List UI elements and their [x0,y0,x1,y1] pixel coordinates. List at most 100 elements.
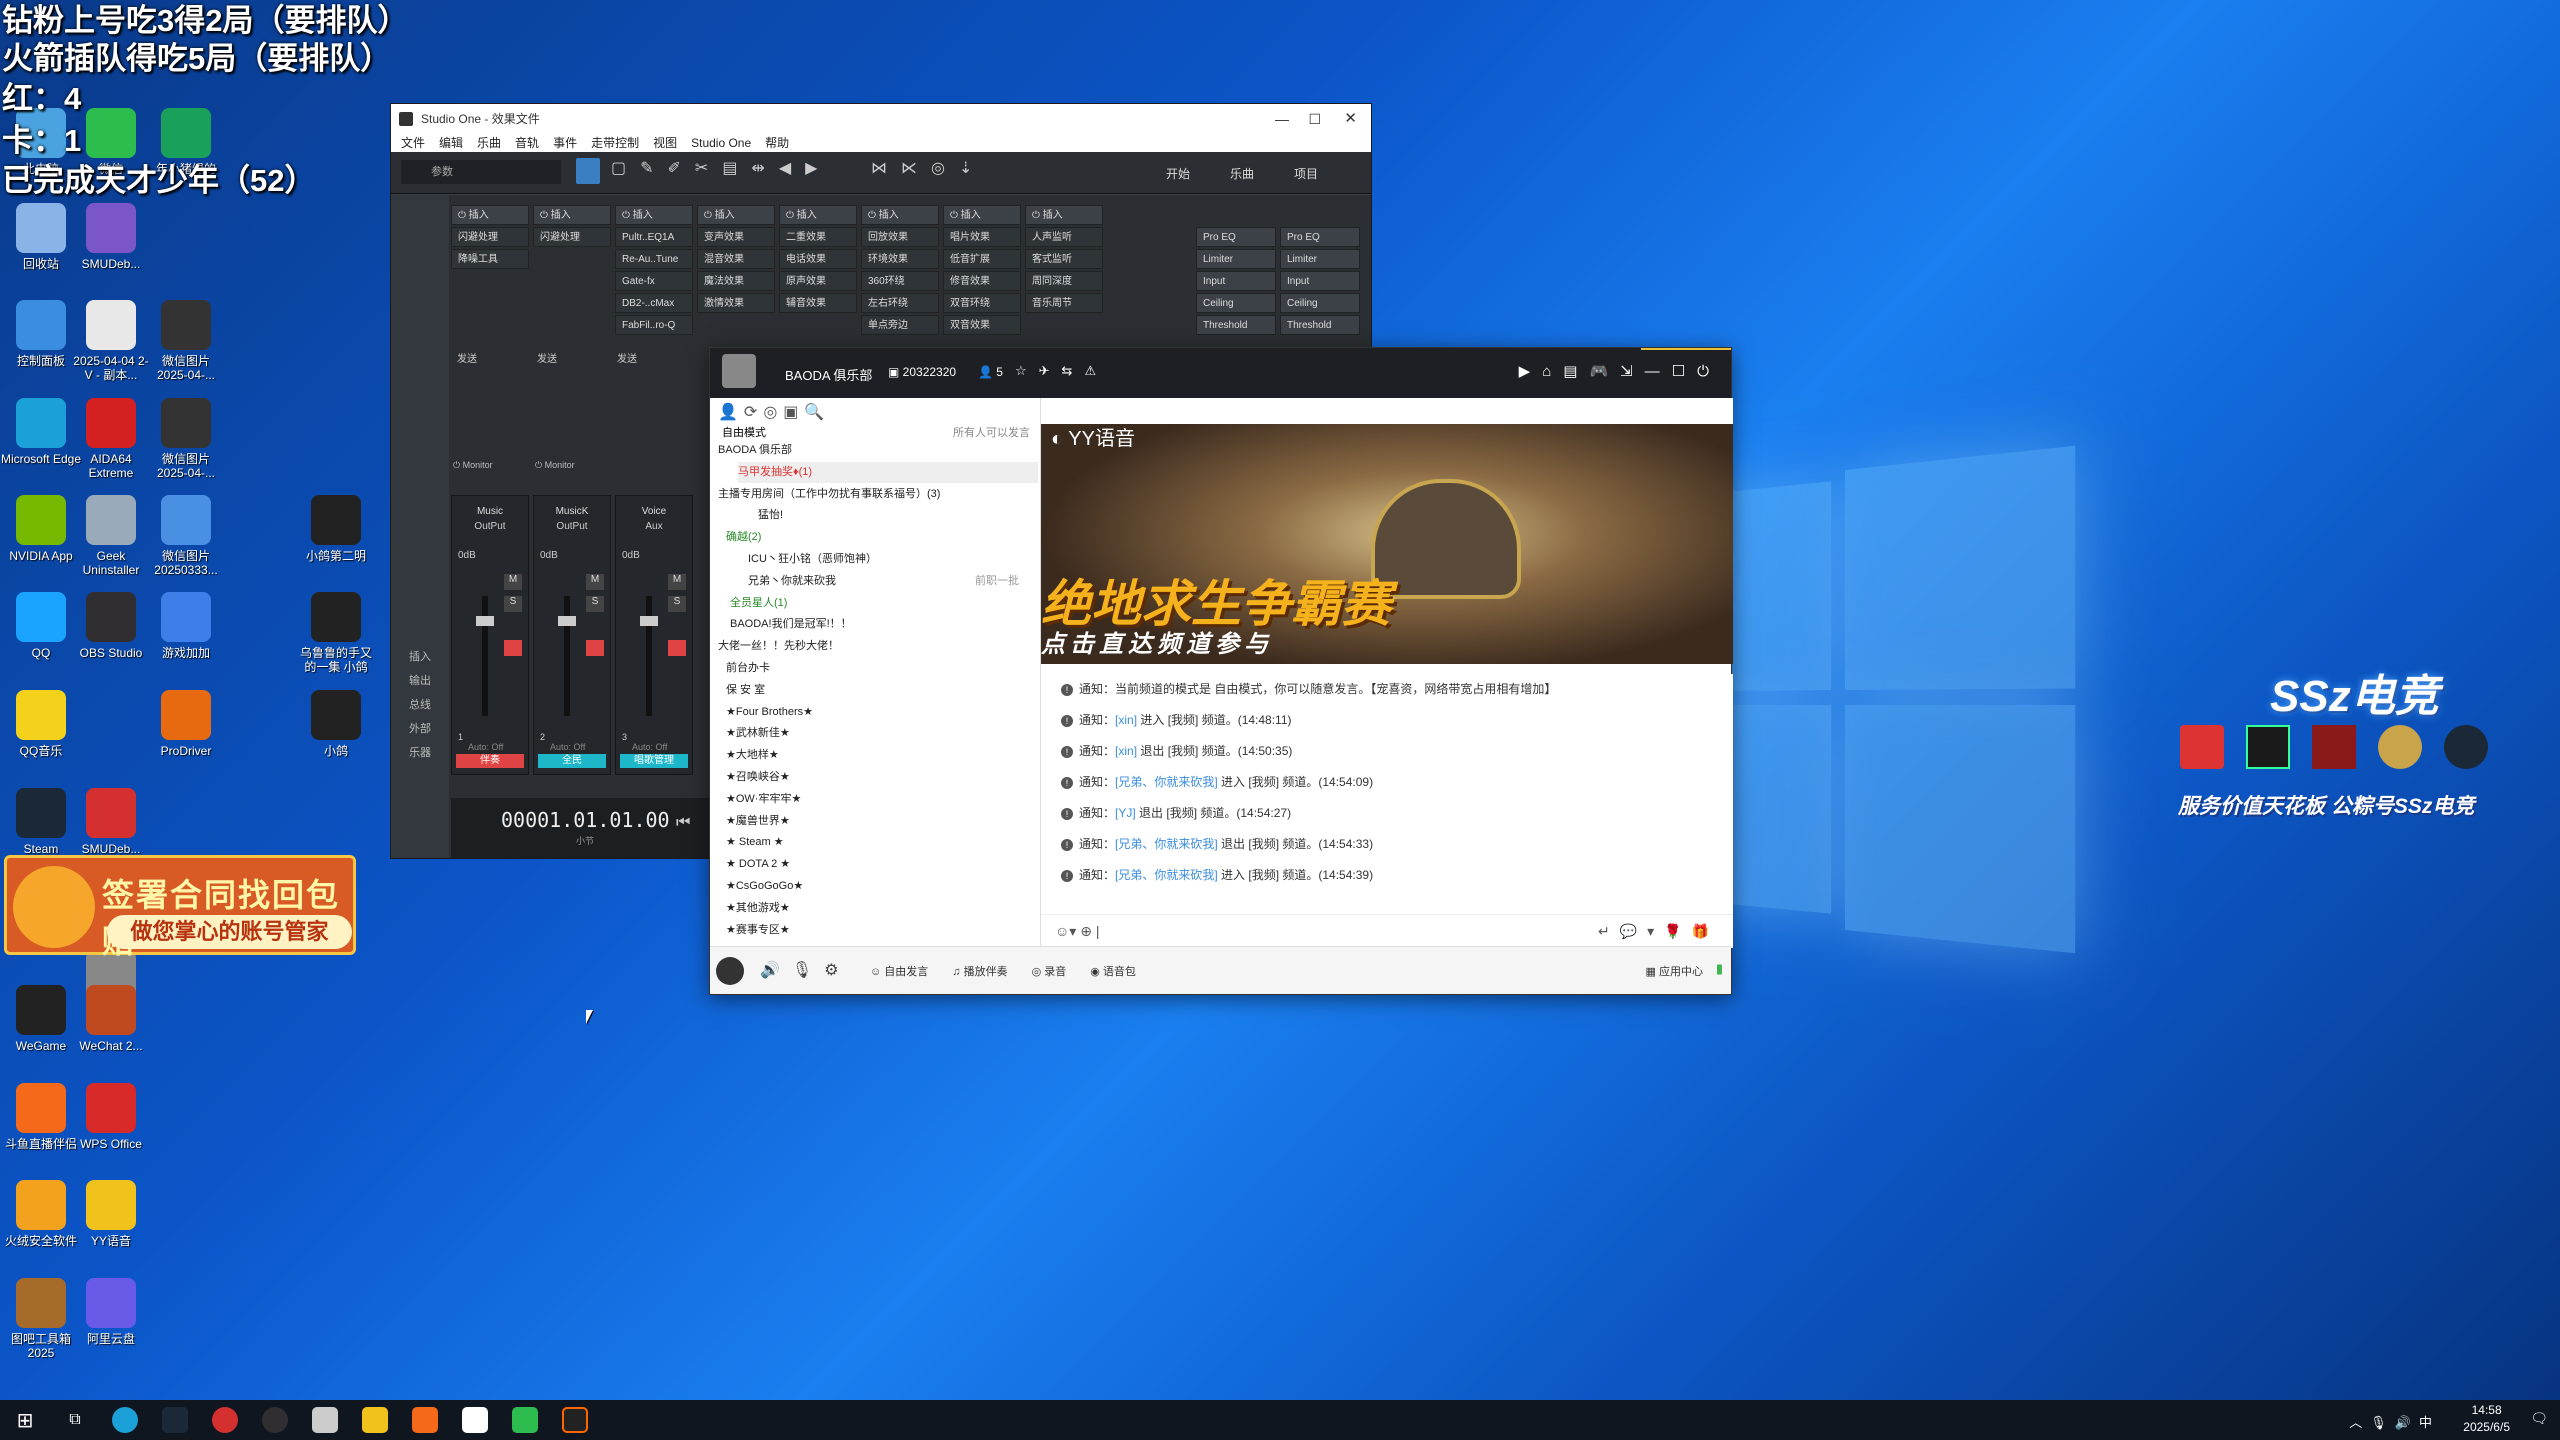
side-nav-item[interactable]: 乐器 [391,741,449,765]
wegame-taskbar-icon[interactable] [550,1400,600,1440]
wechat-taskbar-icon[interactable] [500,1400,550,1440]
insert-slot[interactable]: 左右环绕 [861,293,939,313]
auto-mode[interactable]: Auto: Off [468,742,503,752]
channel-tree-item[interactable]: 主播专用房间（工作中勿扰有事联系福号）(3) [718,484,940,505]
insert-header[interactable]: ⏻ 插入 [451,205,529,225]
record-button[interactable] [586,640,604,656]
solo-button[interactable]: S [668,596,686,612]
user-link[interactable]: [兄弟、你就来砍我] [1115,775,1218,789]
insert-slot[interactable]: 唱片效果 [943,227,1021,247]
record-button[interactable] [504,640,522,656]
insert-slot[interactable]: 双音效果 [943,315,1021,335]
tool-icons[interactable]: ▢✎✐✂▤⇹◀▶ [611,158,831,178]
right-insert-slot[interactable]: Input [1280,271,1360,291]
insert-slot[interactable]: 低音扩展 [943,249,1021,269]
desktop-icon[interactable]: WPS Office [70,1083,152,1151]
desktop-icon[interactable]: QQ音乐 [0,690,82,758]
user-link[interactable]: [xin] [1115,713,1137,727]
fader-knob[interactable] [640,616,658,626]
desktop-icon[interactable]: ProDriver [145,690,227,758]
desktop-icon[interactable]: 阿里云盘 [70,1278,152,1346]
channel-tree-item[interactable]: ★Four Brothers★ [726,702,813,723]
event-banner[interactable]: ◐ YY语音 绝地求生争霸赛 点击直达频道参与 [1041,424,1733,664]
minimize-icon[interactable]: — [1275,104,1289,134]
user-link[interactable]: [YJ] [1115,806,1136,820]
insert-slot[interactable]: 回放效果 [861,227,939,247]
insert-slot[interactable]: 变声效果 [697,227,775,247]
channel-tree-item[interactable]: 大佬一丝！！先秒大佬！ [718,636,839,657]
channel-output[interactable]: OutPut [534,521,610,532]
header-action-icons[interactable]: ☆✈⇆⚠ [1015,363,1108,379]
bottom-action-button[interactable]: ◉ 语音包 [1090,963,1136,979]
send-slot[interactable]: 发送 [457,350,477,368]
desktop-icon[interactable]: SMUDeb... [70,788,152,856]
user-link[interactable]: [兄弟、你就来砍我] [1115,837,1218,851]
studio-title-bar[interactable]: Studio One - 效果文件 — ☐ ✕ [391,104,1371,134]
account-ad-banner[interactable]: 签署合同找回包赔 做您掌心的账号管家 [4,855,356,959]
right-insert-slot[interactable]: Threshold [1280,315,1360,335]
steam-taskbar-icon[interactable] [150,1400,200,1440]
insert-slot[interactable]: 混音效果 [697,249,775,269]
monitor-button[interactable]: ⏻ Monitor [535,460,575,471]
insert-slot[interactable]: 魔法效果 [697,271,775,291]
channel-tree-item[interactable]: ★ Steam ★ [726,832,784,853]
insert-slot[interactable]: 辅音效果 [779,293,857,313]
channel-tree-item[interactable]: 保 安 室 [726,680,765,701]
side-nav-item[interactable]: 插入 [391,645,449,669]
menu-item[interactable]: 走带控制 [591,134,639,152]
mute-button[interactable]: M [586,574,604,590]
right-insert-slot[interactable]: Limiter [1196,249,1276,269]
channel-tree-item[interactable]: ★其他游戏★ [726,898,790,919]
insert-slot[interactable]: 闪避处理 [451,227,529,247]
desktop-icon[interactable]: 微信图片 2025-04-... [145,398,227,480]
user-link[interactable]: [xin] [1115,744,1137,758]
desktop-icon[interactable]: 游戏加加 [145,592,227,660]
page-tab[interactable]: 开始 [1166,165,1190,182]
fader[interactable] [482,596,488,716]
channel-tree-item[interactable]: 前台办卡 [726,658,770,679]
insert-slot[interactable]: 修音效果 [943,271,1021,291]
insert-header[interactable]: ⏻ 插入 [1025,205,1103,225]
channel-tree-item[interactable]: ★ DOTA 2 ★ [726,854,790,875]
side-nav-item[interactable]: 输出 [391,669,449,693]
arrow-tool-icon[interactable] [576,158,600,184]
insert-slot[interactable]: 二重效果 [779,227,857,247]
channel-tree-item[interactable]: ★OW·牢牢牢★ [726,789,801,810]
auto-mode[interactable]: Auto: Off [550,742,585,752]
obs-taskbar-icon[interactable] [250,1400,300,1440]
fader[interactable] [564,596,570,716]
bottom-action-button[interactable]: ☺ 自由发言 [870,963,928,979]
studio-taskbar-icon[interactable] [300,1400,350,1440]
channel-output[interactable]: OutPut [452,521,528,532]
yy-taskbar-icon[interactable] [350,1400,400,1440]
input-tools[interactable]: ↵💬▾🌹🎁 [1598,923,1719,940]
bottom-action-button[interactable]: ♫ 播放伴奏 [952,963,1007,979]
menu-item[interactable]: Studio One [691,134,751,152]
param-dropdown[interactable]: 参数 [401,160,561,184]
page-tab[interactable]: 乐曲 [1230,165,1254,182]
insert-slot[interactable]: 闪避处理 [533,227,611,247]
insert-header[interactable]: ⏻ 插入 [779,205,857,225]
insert-slot[interactable]: FabFil..ro-Q [615,315,693,335]
channel-tree-item[interactable]: ★魔兽世界★ [726,811,790,832]
mixer-channel[interactable]: Music OutPut 0dB M S 1 Auto: Off 伴奏 [451,495,529,775]
right-insert-slot[interactable]: Input [1196,271,1276,291]
app-taskbar-icon[interactable] [450,1400,500,1440]
maximize-icon[interactable]: ☐ [1308,104,1321,134]
emoji-icon[interactable]: ☺▾ ⊕ | [1055,923,1099,940]
side-nav-item[interactable]: 总线 [391,693,449,717]
insert-header[interactable]: ⏻ 插入 [615,205,693,225]
desktop-icon[interactable]: 小鸽第二明 [295,495,377,563]
channel-tree-item[interactable]: BAODA 俱乐部 [718,440,792,461]
chat-input[interactable]: ☺▾ ⊕ | ↵💬▾🌹🎁 [1041,914,1733,948]
douyu-taskbar-icon[interactable] [400,1400,450,1440]
page-tab[interactable]: 项目 [1294,165,1318,182]
desktop-icon[interactable]: WeChat 2... [70,985,152,1053]
netease-icon[interactable] [200,1400,250,1440]
desktop-icon[interactable]: 乌鲁鲁的手又的一集 小鸽 [295,592,377,674]
desktop-icon[interactable]: 微信图片 2025-04-... [145,300,227,382]
channel-tree-item[interactable]: ★武林新佳★ [726,723,790,744]
channel-tree-item[interactable]: ★召唤峡谷★ [726,767,790,788]
right-insert-slot[interactable]: Ceiling [1280,293,1360,313]
insert-slot[interactable]: 360环绕 [861,271,939,291]
